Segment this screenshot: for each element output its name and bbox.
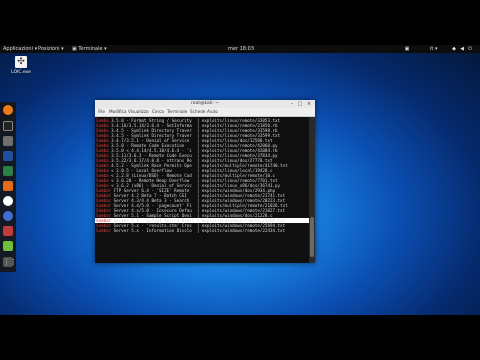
show-apps-icon[interactable]: ⋮⋮	[3, 257, 17, 267]
terminal-menubar: File Modifica Visualizza Cerca Terminale…	[95, 108, 315, 117]
screen-record-icon[interactable]: ▣	[404, 46, 410, 52]
close-icon[interactable]: ×	[306, 101, 312, 107]
leafpad-icon[interactable]	[3, 241, 13, 251]
desktop-screen: Applicazioni ▾ Posizioni ▾ ▣ Terminale ▾…	[0, 45, 480, 315]
terminal-output[interactable]: Samba 3.5.0 - Format String / Security |…	[95, 117, 309, 263]
firefox-icon[interactable]	[3, 105, 13, 115]
search-keyword: Sambar	[96, 228, 112, 233]
letterbox-bottom	[0, 315, 480, 360]
applications-menu[interactable]: Applicazioni ▾	[3, 45, 37, 53]
terminal-scrollbar[interactable]	[309, 117, 315, 263]
faraday-icon[interactable]	[3, 211, 13, 221]
terminal-row: Sambar Server 5.x - Information Disclo |…	[96, 228, 285, 233]
menu-terminal[interactable]: Terminale	[167, 108, 187, 116]
folder-icon[interactable]	[3, 136, 13, 146]
top-panel: Applicazioni ▾ Posizioni ▾ ▣ Terminale ▾…	[0, 45, 480, 53]
terminal-titlebar[interactable]: root@kali: ~ – □ ×	[95, 100, 315, 108]
terminal-title: root@kali: ~	[190, 101, 220, 106]
clock[interactable]: mer 18:03	[228, 45, 254, 53]
network-icon[interactable]: ◆	[451, 46, 457, 52]
volume-icon[interactable]: ◀	[459, 46, 465, 52]
scrollbar-thumb[interactable]	[310, 217, 314, 257]
menu-file[interactable]: File	[98, 108, 105, 116]
desktop-file-icon[interactable]: ✣ LOIC.exe	[8, 56, 34, 75]
armitage-icon[interactable]	[3, 166, 13, 176]
app-icon[interactable]	[3, 226, 13, 236]
terminal-icon[interactable]	[3, 121, 13, 131]
menu-view[interactable]: Visualizza	[128, 108, 149, 116]
power-icon[interactable]: ⏻	[467, 46, 473, 52]
terminal-window[interactable]: root@kali: ~ – □ × File Modifica Visuali…	[95, 100, 315, 263]
loic-icon: ✣	[15, 56, 27, 68]
menu-tabs[interactable]: Schede	[190, 108, 205, 116]
maximize-icon[interactable]: □	[297, 101, 303, 107]
desktop-file-label: LOIC.exe	[11, 70, 31, 75]
burpsuite-icon[interactable]	[3, 181, 13, 191]
dock: ⋮⋮	[0, 102, 17, 272]
language-indicator[interactable]: it ▾	[430, 45, 437, 53]
metasploit-icon[interactable]	[3, 151, 13, 161]
places-menu[interactable]: Posizioni ▾	[38, 45, 64, 53]
menu-edit[interactable]: Modifica	[109, 108, 127, 116]
active-app-menu[interactable]: ▣ Terminale ▾	[72, 45, 107, 53]
letterbox-top	[0, 0, 480, 45]
maltego-icon[interactable]	[3, 196, 13, 206]
menu-search[interactable]: Cerca	[152, 108, 164, 116]
menu-help[interactable]: Aiuto	[207, 108, 218, 116]
exploit-entry: Server 5.x - Information Disclo | exploi…	[111, 228, 286, 233]
minimize-icon[interactable]: –	[289, 101, 295, 107]
